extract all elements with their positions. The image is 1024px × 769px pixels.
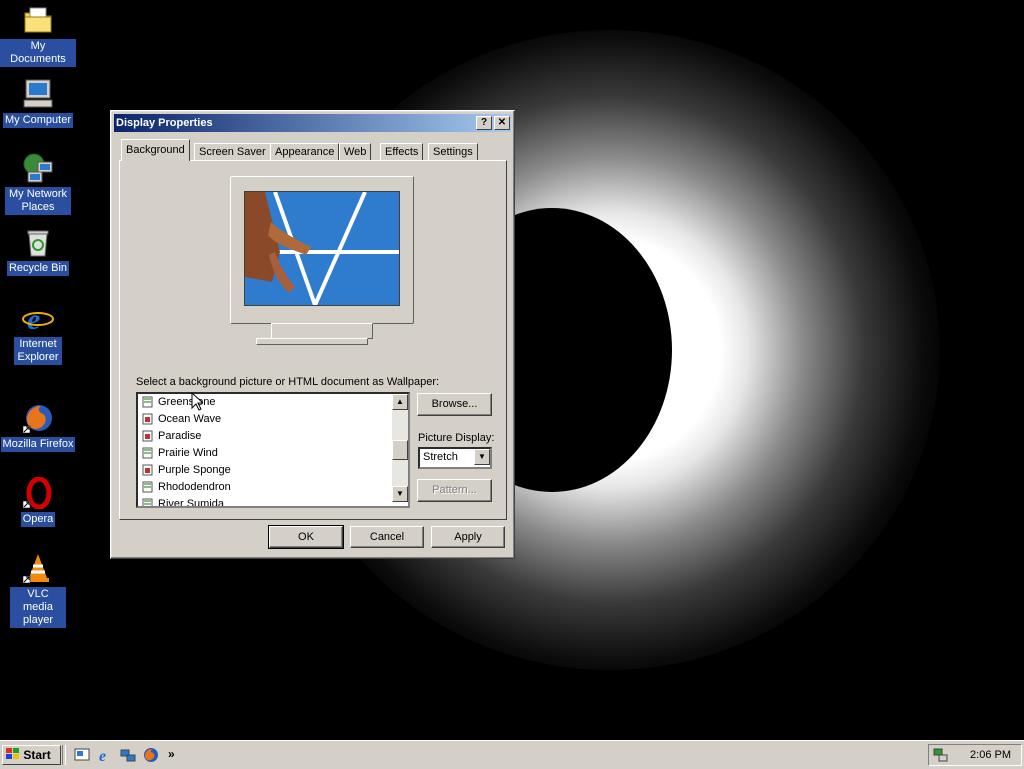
tab-screen-saver[interactable]: Screen Saver (194, 143, 271, 160)
apply-button[interactable]: Apply (431, 526, 505, 548)
scroll-thumb[interactable] (392, 440, 408, 460)
list-item[interactable]: Ocean Wave (138, 411, 408, 428)
html-file-icon (142, 481, 153, 493)
network-quicklaunch-icon[interactable] (120, 747, 136, 763)
bitmap-file-icon (142, 413, 153, 425)
list-item[interactable]: Greenstone (138, 394, 408, 411)
system-tray: 2:06 PM (928, 744, 1022, 766)
picture-display-value: Stretch (423, 451, 458, 463)
monitor-foot (256, 338, 368, 345)
taskbar: Start e » 2:06 PM (0, 740, 1024, 769)
chevron-down-icon[interactable]: ▼ (474, 449, 490, 465)
network-tray-icon[interactable] (933, 747, 949, 766)
internet-explorer-quicklaunch-icon[interactable]: e (97, 747, 113, 765)
windows-logo-icon (6, 748, 19, 759)
dialog-titlebar[interactable]: Display Properties ? ✕ (114, 114, 511, 132)
folder-icon (22, 4, 54, 36)
wallpaper-prompt: Select a background picture or HTML docu… (136, 376, 440, 388)
desktop-icon-internet-explorer[interactable]: e Internet Explorer (0, 302, 76, 365)
desktop-icon-label: Opera (20, 512, 56, 527)
tab-web[interactable]: Web (339, 143, 372, 160)
tab-settings[interactable]: Settings (428, 143, 478, 160)
wallpaper-preview-image (244, 191, 400, 306)
wallpaper-list[interactable]: Greenstone Ocean Wave Paradise Prairie W… (136, 392, 410, 508)
ok-button[interactable]: OK (268, 525, 344, 549)
html-file-icon (142, 498, 153, 506)
tab-appearance[interactable]: Appearance (270, 143, 340, 160)
clock[interactable]: 2:06 PM (970, 749, 1011, 761)
list-item[interactable]: Rhododendron (138, 479, 408, 496)
background-tab-panel: Select a background picture or HTML docu… (119, 160, 507, 520)
desktop-icon-vlc[interactable]: VLC media player (0, 552, 76, 628)
desktop-icon-label: Mozilla Firefox (0, 437, 76, 452)
vlc-cone-icon (22, 552, 54, 584)
picture-display-select[interactable]: Stretch ▼ (418, 447, 492, 469)
desktop-icon-label: VLC media player (10, 587, 66, 628)
mouse-cursor-icon (191, 392, 203, 411)
list-item[interactable]: Prairie Wind (138, 445, 408, 462)
quicklaunch-more-chevron[interactable]: » (168, 747, 175, 761)
desktop-icon-recycle-bin[interactable]: Recycle Bin (0, 226, 76, 276)
cancel-button[interactable]: Cancel (350, 526, 424, 548)
browse-button[interactable]: Browse... (417, 393, 492, 416)
monitor-stand (271, 323, 373, 339)
list-item[interactable]: River Sumida (138, 496, 408, 506)
svg-text:e: e (27, 303, 40, 334)
list-item[interactable]: Paradise (138, 428, 408, 445)
show-desktop-icon[interactable] (74, 747, 90, 763)
list-item[interactable]: Purple Sponge (138, 462, 408, 479)
firefox-icon (22, 402, 54, 434)
svg-text:e: e (99, 748, 106, 763)
picture-display-label: Picture Display: (418, 432, 495, 444)
pattern-button: Pattern... (417, 479, 492, 502)
bitmap-file-icon (142, 430, 153, 442)
help-button[interactable]: ? (476, 116, 492, 130)
desktop-icon-mozilla-firefox[interactable]: Mozilla Firefox (0, 402, 76, 452)
close-button[interactable]: ✕ (494, 116, 510, 130)
start-label: Start (23, 748, 51, 762)
desktop-icon-my-computer[interactable]: My Computer (0, 78, 76, 128)
start-button[interactable]: Start (2, 745, 61, 765)
wallpaper-list-scrollbar[interactable]: ▲ ▼ (392, 394, 408, 502)
desktop-icon-my-documents[interactable]: My Documents (0, 4, 76, 67)
internet-explorer-icon: e (22, 302, 54, 336)
tab-background[interactable]: Background (121, 139, 190, 161)
html-file-icon (142, 396, 153, 408)
taskbar-separator (62, 745, 66, 765)
recycle-bin-icon (22, 226, 54, 258)
display-properties-dialog: Display Properties ? ✕ Background Screen… (110, 110, 515, 559)
desktop-icon-label: My Documents (0, 39, 76, 67)
dialog-title: Display Properties (116, 117, 213, 129)
computer-icon (22, 78, 54, 110)
html-file-icon (142, 447, 153, 459)
firefox-quicklaunch-icon[interactable] (143, 747, 159, 763)
desktop-icon-label: My Network Places (5, 187, 71, 215)
desktop-icon-label: My Computer (2, 113, 74, 128)
desktop-icon-opera[interactable]: Opera (0, 476, 76, 527)
scroll-down-arrow-icon[interactable]: ▼ (392, 486, 408, 502)
desktop-icon-my-network-places[interactable]: My Network Places (0, 152, 76, 215)
opera-icon (22, 476, 54, 510)
bitmap-file-icon (142, 464, 153, 476)
scroll-up-arrow-icon[interactable]: ▲ (392, 394, 408, 410)
monitor-preview (230, 176, 414, 324)
network-icon (22, 152, 54, 184)
desktop-icon-label: Recycle Bin (6, 261, 70, 276)
desktop-icon-label: Internet Explorer (14, 337, 62, 365)
tab-effects[interactable]: Effects (380, 143, 424, 160)
